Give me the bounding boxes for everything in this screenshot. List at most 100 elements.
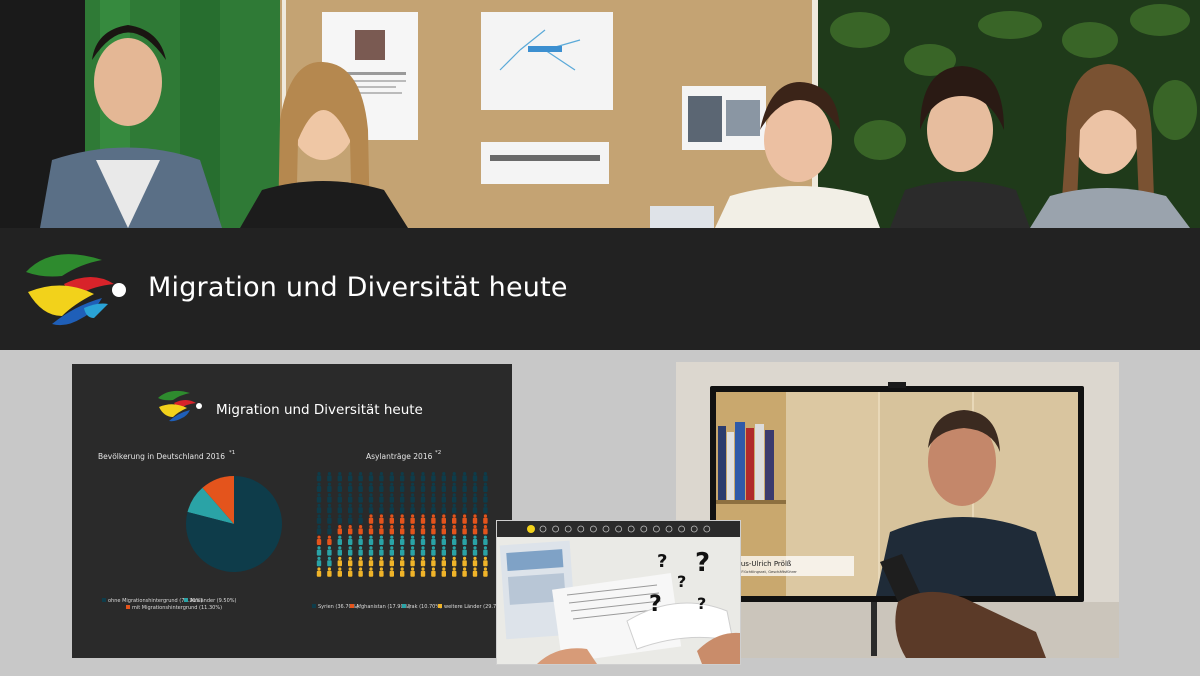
person-figure: [410, 525, 415, 535]
person-figure: [410, 493, 415, 503]
person-figure: [400, 525, 405, 535]
person-figure: [410, 503, 415, 514]
infographic-logo: [158, 390, 202, 422]
person-figure: [483, 472, 488, 482]
person-figure: [379, 493, 384, 503]
person-figure: [358, 514, 363, 524]
person-figure: [389, 556, 394, 567]
person-figure: [410, 546, 415, 556]
person-figure: [368, 482, 374, 492]
person-figure: [368, 493, 374, 503]
person-figure: [379, 514, 384, 524]
person-figure: [327, 493, 332, 503]
person-figure: [472, 546, 478, 556]
person-figure: [327, 514, 332, 524]
infographic-preview[interactable]: Migration und Diversität heute Bevölkeru…: [72, 364, 512, 658]
person-figure: [410, 482, 415, 492]
person-figure: [348, 556, 353, 567]
person-figure: [483, 535, 488, 545]
person-figure: [316, 556, 322, 567]
legend-swatch-afghanistan: [350, 604, 354, 608]
legend-text-iraq: Irak (10.70%): [408, 604, 442, 610]
person-figure: [358, 482, 363, 492]
site-title[interactable]: Migration und Diversität heute: [148, 272, 568, 303]
person-figure: [358, 525, 363, 535]
person-figure: [441, 493, 446, 503]
asylum-pictogram: [316, 472, 488, 577]
person-figure: [483, 546, 488, 556]
person-figure: [483, 525, 488, 535]
population-pie-chart: [102, 476, 282, 602]
person-figure: [400, 556, 405, 567]
person-figure: [327, 472, 332, 482]
person-figure: [400, 493, 405, 503]
person-figure: [368, 514, 374, 524]
legend-text-foreigners: Ausländer (9.50%): [190, 598, 237, 604]
person-figure: [368, 503, 374, 514]
person-figure: [441, 472, 446, 482]
person-figure: [348, 482, 353, 492]
person-figure: [483, 482, 488, 492]
person-figure: [452, 567, 457, 577]
person-figure: [379, 482, 384, 492]
person-figure: [452, 535, 457, 545]
person-figure: [379, 525, 384, 535]
person-figure: [358, 546, 363, 556]
person-figure: [337, 482, 342, 492]
person-figure: [358, 556, 363, 567]
person-figure: [379, 546, 384, 556]
person-figure: [441, 482, 446, 492]
asylum-footnote: *2: [435, 450, 441, 456]
person-figure: [337, 567, 342, 577]
person-figure: [420, 482, 426, 492]
person-figure: [400, 567, 405, 577]
person-figure: [410, 514, 415, 524]
person-figure: [379, 567, 384, 577]
legend-swatch-no-migration: [102, 598, 106, 602]
person-figure: [410, 472, 415, 482]
person-figure: [389, 525, 394, 535]
person-figure: [431, 535, 436, 545]
legend-swatch-migration: [126, 605, 130, 609]
person-figure: [431, 525, 436, 535]
person-figure: [327, 535, 332, 545]
interview-video-thumbnail[interactable]: Klaus-Ulrich Prölß Leiter Flüchtlingsrat…: [676, 362, 1119, 658]
person-figure: [348, 514, 353, 524]
person-figure: [452, 472, 457, 482]
person-figure: [410, 535, 415, 545]
person-figure: [483, 493, 488, 503]
person-figure: [441, 567, 446, 577]
person-figure: [441, 535, 446, 545]
person-figure: [472, 472, 478, 482]
person-figure: [420, 535, 426, 545]
legend-text-migration: mit Migrationshintergrund (11.30%): [132, 605, 222, 611]
person-figure: [420, 556, 426, 567]
legend-swatch-iraq: [402, 604, 406, 608]
person-figure: [483, 556, 488, 567]
hero-photo: [0, 0, 1200, 228]
person-figure: [348, 493, 353, 503]
documents-video-thumbnail[interactable]: ? ? ? ? ?: [496, 520, 741, 665]
person-figure: [431, 514, 436, 524]
person-figure: [337, 503, 342, 514]
person-figure: [389, 535, 394, 545]
person-figure: [327, 503, 332, 514]
person-figure: [472, 514, 478, 524]
person-figure: [327, 567, 332, 577]
person-figure: [358, 503, 363, 514]
person-figure: [337, 535, 342, 545]
person-figure: [420, 514, 426, 524]
person-figure: [472, 525, 478, 535]
site-logo[interactable]: [22, 246, 134, 336]
person-figure: [368, 567, 374, 577]
person-figure: [462, 546, 467, 556]
person-figure: [337, 493, 342, 503]
person-figure: [389, 546, 394, 556]
person-figure: [410, 567, 415, 577]
person-figure: [327, 546, 332, 556]
person-figure: [348, 567, 353, 577]
person-figure: [431, 546, 436, 556]
person-figure: [379, 472, 384, 482]
person-figure: [400, 514, 405, 524]
person-figure: [348, 472, 353, 482]
